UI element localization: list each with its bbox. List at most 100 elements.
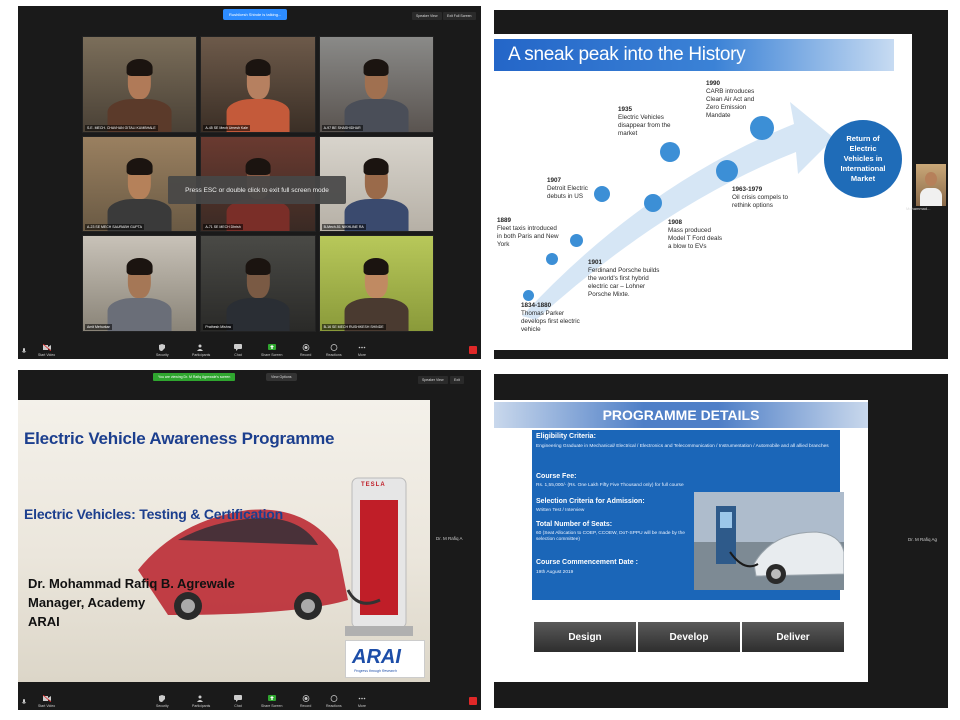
chat-icon <box>234 344 242 351</box>
mute-button[interactable] <box>20 699 28 708</box>
programme-tabs: Design Develop Deliver <box>534 622 844 652</box>
chat-button[interactable]: Chat <box>234 344 242 357</box>
exit-fullscreen-button[interactable]: Exit Full Screen <box>443 12 476 20</box>
more-button[interactable]: More <box>358 344 366 357</box>
speaker-role: Manager, Academy <box>28 595 146 610</box>
reactions-button[interactable]: Reactions <box>326 695 342 708</box>
more-dots-icon <box>358 346 366 349</box>
start-video-button[interactable]: Start Video <box>38 344 55 357</box>
participant-avatar <box>226 54 290 132</box>
speaker-name: Dr. Mohammad Rafiq B. Agrewale <box>28 576 235 591</box>
participants-label: Participants <box>192 704 211 708</box>
active-speaker-banner[interactable]: Rushikesh Shinde is talking... <box>223 9 288 20</box>
record-label: Record <box>300 353 312 357</box>
video-tile[interactable]: Prathesh Mishra <box>200 235 316 332</box>
presenter-avatar <box>925 172 937 186</box>
view-options-button[interactable]: View Options <box>266 373 297 381</box>
timeline-dot <box>570 234 583 247</box>
end-meeting-button[interactable] <box>469 697 477 705</box>
tab-develop[interactable]: Develop <box>638 622 740 652</box>
end-meeting-button[interactable] <box>469 346 477 354</box>
section-heading: Eligibility Criteria: <box>536 433 596 440</box>
tab-design[interactable]: Design <box>534 622 636 652</box>
exit-fullscreen-hint: Press ESC or double click to exit full s… <box>168 176 346 204</box>
record-button[interactable]: Record <box>300 344 311 357</box>
presenter-video-thumbnail[interactable] <box>916 164 946 206</box>
start-video-label: Start Video <box>38 704 56 708</box>
smiley-icon <box>330 695 338 702</box>
section-heading: Selection Criteria for Admission: <box>536 498 645 505</box>
share-screen-button[interactable]: Share Screen <box>261 695 282 708</box>
video-tile[interactable]: A-97 BE SHASHIDHAR <box>318 36 434 133</box>
exit-button[interactable]: Exit <box>450 376 464 384</box>
record-label: Record <box>300 704 312 708</box>
participant-name: Amit Mehurkar <box>85 323 112 330</box>
reactions-label: Reactions <box>326 353 342 357</box>
video-tile[interactable]: B-16 SE MECH RUSHIKESH SHINDE <box>318 235 434 332</box>
smiley-icon <box>330 344 338 351</box>
shield-icon <box>159 344 166 351</box>
video-tile[interactable]: S.E. MECH. CHAVHAN GITALI KUMBHALE <box>82 36 198 133</box>
more-button[interactable]: More <box>358 695 366 708</box>
participant-avatar <box>107 253 172 331</box>
event-text: CARB introduces Clean Air Act and Zero E… <box>706 88 755 119</box>
event-text: Mass produced Model T Ford deals a blow … <box>668 227 723 250</box>
ev-charging-photo <box>694 492 844 590</box>
programme-slide: PROGRAMME DETAILS Eligibility Criteria: … <box>494 400 868 682</box>
timeline-event: 1963-1979 Oil crisis compels to rethink o… <box>732 186 794 210</box>
gallery-meeting-panel: Rushikesh Shinde is talking... Speaker V… <box>18 6 481 359</box>
intro-slide: TESLA Electric Vehicle Awareness Program… <box>18 400 430 682</box>
share-screen-icon <box>267 695 276 701</box>
timeline-dot <box>546 253 558 265</box>
section-text: Rs. 1,55,000/- (Rs. One Lakh Fifty Five … <box>536 483 684 488</box>
timeline-event: 1935 Electric Vehicles disappear from the… <box>618 106 678 138</box>
start-video-button[interactable]: Start Video <box>38 695 55 708</box>
more-dots-icon <box>358 697 366 700</box>
participant-name: Prathesh Mishra <box>203 323 233 330</box>
record-button[interactable]: Record <box>300 695 311 708</box>
event-year: 1990 <box>706 80 721 87</box>
timeline-event: 1889 Fleet taxis introduced in both Paris… <box>497 217 559 249</box>
microphone-icon <box>21 699 27 704</box>
timeline-dot <box>644 194 662 212</box>
participants-button[interactable]: Participants <box>192 344 210 357</box>
share-screen-label: Share Screen <box>261 704 283 708</box>
chat-icon <box>234 695 242 702</box>
tab-deliver[interactable]: Deliver <box>742 622 844 652</box>
event-text: Ferdinand Porsche builds the world's fir… <box>588 267 660 298</box>
timeline-dot <box>523 290 534 301</box>
video-camera-icon <box>42 344 51 351</box>
participants-button[interactable]: Participants <box>192 695 210 708</box>
record-icon <box>302 344 309 351</box>
share-screen-button[interactable]: Share Screen <box>261 344 282 357</box>
share-screen-label: Share Screen <box>261 353 283 357</box>
security-label: Security <box>156 353 169 357</box>
speaker-view-button[interactable]: Speaker View <box>418 376 448 384</box>
presenter-side-name: Dr. M Rafiq Ag <box>908 537 938 542</box>
event-year: 1907 <box>547 177 562 184</box>
reactions-button[interactable]: Reactions <box>326 344 342 357</box>
timeline-dot <box>660 142 680 162</box>
video-camera-icon <box>42 695 51 702</box>
chat-button[interactable]: Chat <box>234 695 242 708</box>
reactions-label: Reactions <box>326 704 342 708</box>
video-tile[interactable]: Amit Mehurkar <box>82 235 198 332</box>
more-label: More <box>358 353 366 357</box>
timeline-event: 1907 Detroit Electric debuts in US <box>547 177 603 201</box>
video-tile[interactable]: A-45 SE Mech Umesh Kale <box>200 36 316 133</box>
security-button[interactable]: Security <box>156 695 169 708</box>
participant-name: A-23 SE MECH SAURABH GUPTA <box>85 224 144 231</box>
slide-subtitle: Electric Vehicles: Testing & Certificati… <box>24 506 283 522</box>
event-year: 1889 <box>497 217 512 224</box>
mute-button[interactable] <box>20 348 28 357</box>
screen-share-banner[interactable]: You are viewing Dr. M Rafiq Agrewale's s… <box>153 373 236 381</box>
history-slide: A sneak peak into the History 1834-1880 T… <box>494 34 912 350</box>
charging-car-illustration <box>694 492 844 590</box>
participant-name: A-71 SE MECH Dhrish <box>203 224 243 231</box>
arai-logo-tagline: Progress through Research <box>354 669 397 673</box>
participant-avatar <box>344 253 409 331</box>
security-button[interactable]: Security <box>156 344 169 357</box>
participants-icon <box>197 344 204 351</box>
participant-name: A-97 BE SHASHIDHAR <box>321 124 363 131</box>
speaker-view-button[interactable]: Speaker View <box>412 12 442 20</box>
